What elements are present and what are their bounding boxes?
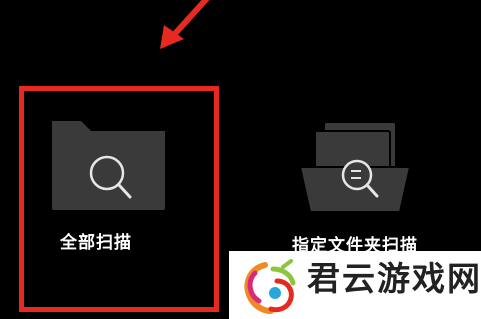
watermark: 君云游戏网: [229, 251, 481, 319]
colorful-logo-icon: [244, 259, 296, 314]
folder-document-search-icon: [298, 123, 412, 213]
highlight-box: [19, 86, 219, 312]
scan-screen: 全部扫描 指定文件夹扫描 君云游戏网: [0, 0, 481, 319]
watermark-title: 君云游戏网: [307, 259, 481, 298]
red-arrow-icon: [160, 0, 210, 49]
